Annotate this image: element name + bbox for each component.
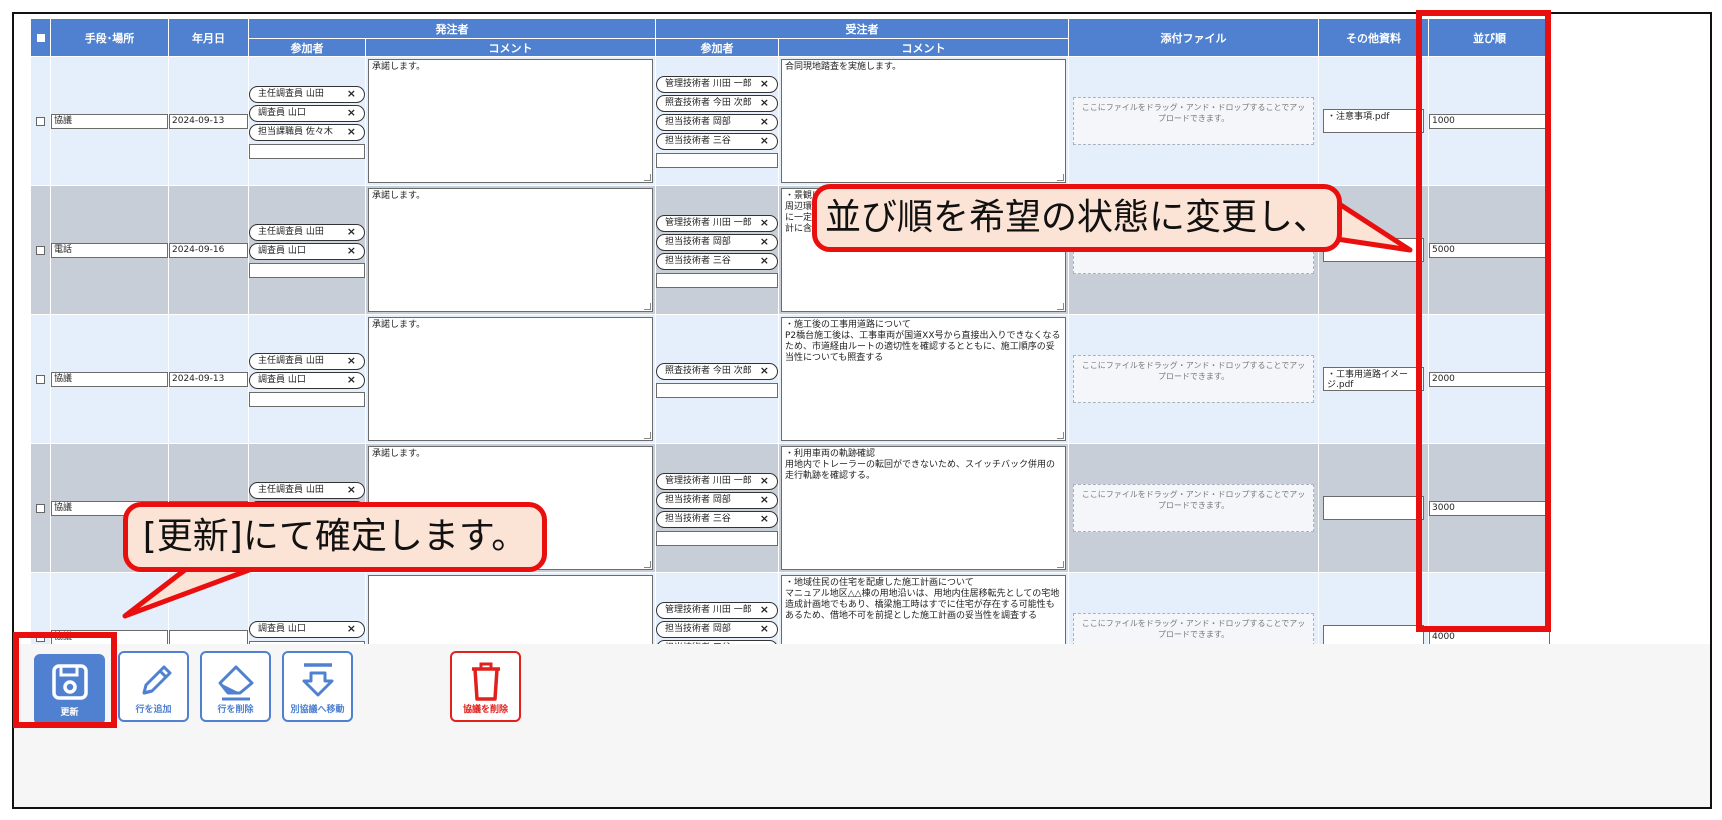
sort-order-callout: 並び順を希望の状態に変更し、 [812,184,1342,252]
save-callout: [更新]にて確定します。 [123,502,547,572]
sort-callout-tail [1327,195,1413,253]
callout-tails [122,195,1413,619]
save-callout-tail [122,563,263,619]
